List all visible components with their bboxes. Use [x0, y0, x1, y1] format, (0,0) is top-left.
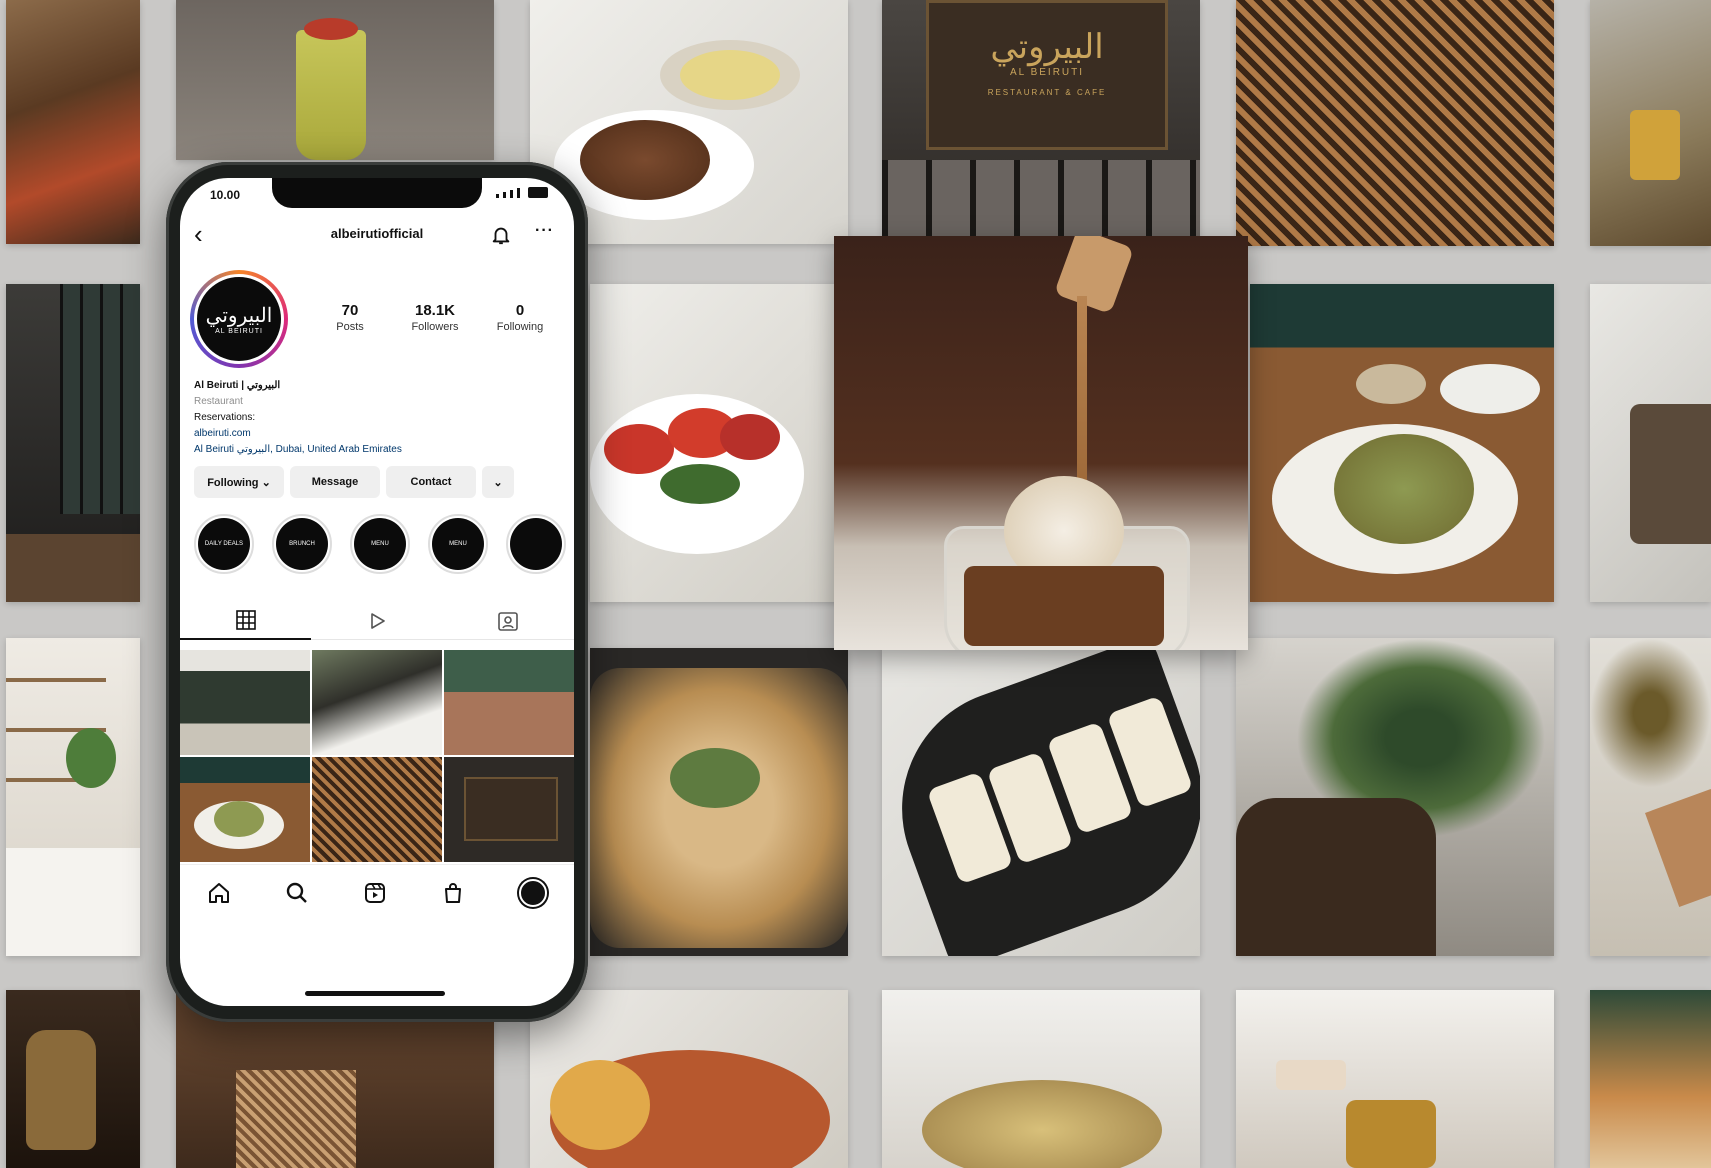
profile-avatar[interactable]: البيروتي AL BEIRUTI — [190, 270, 288, 368]
stat-following[interactable]: 0 Following — [480, 302, 560, 333]
photo-chef-flatbread — [882, 990, 1200, 1168]
reels-icon[interactable] — [363, 881, 387, 905]
post-thumbnail-rattan[interactable] — [312, 757, 442, 862]
profile-stats: 70 Posts 18.1K Followers 0 Following — [310, 302, 560, 333]
phone-notch — [272, 178, 482, 208]
bottom-navigation — [180, 864, 574, 921]
suggested-dropdown-button[interactable]: ⌄ — [482, 466, 514, 498]
battery-icon — [528, 187, 548, 198]
profile-username: albeirutiofficial — [330, 226, 424, 241]
profile-avatar-nav-icon[interactable] — [519, 879, 547, 907]
sign-english: AL BEIRUTI — [1009, 67, 1085, 78]
bio-website-link[interactable]: albeiruti.com — [194, 426, 554, 442]
instagram-profile-screen: 10.00 ‹ albeirutiofficial ··· البيروتي A… — [180, 178, 574, 1006]
photo-pistachio-rolls — [882, 648, 1200, 956]
bio-reservations: Reservations: — [194, 412, 256, 423]
post-thumbnail-dining-room[interactable] — [444, 650, 574, 755]
status-time: 10.00 — [210, 188, 241, 202]
story-highlights: DAILY DEALS BRUNCH MENU MENU — [194, 514, 574, 584]
highlight-item[interactable]: BRUNCH — [272, 514, 332, 574]
stat-value: 0 — [515, 302, 525, 319]
message-button[interactable]: Message — [290, 466, 380, 498]
shop-bag-icon[interactable] — [441, 881, 465, 905]
highlight-label — [510, 518, 562, 570]
highlight-item[interactable] — [506, 514, 566, 574]
profile-header: ‹ albeirutiofficial ··· — [180, 218, 574, 254]
photo-tomato-salad — [590, 284, 848, 602]
search-icon[interactable] — [285, 881, 309, 905]
stat-label: Followers — [411, 321, 459, 333]
photo-brass-teapot — [6, 990, 140, 1168]
grid-icon — [235, 610, 256, 630]
profile-bio: Al Beiruti | البيروتي Restaurant Reserva… — [194, 378, 554, 458]
photo-fries-shawarma-plate — [530, 990, 848, 1168]
photo-silver-teapot — [1590, 0, 1711, 246]
posts-grid — [180, 650, 574, 862]
highlight-item[interactable]: DAILY DEALS — [194, 514, 254, 574]
photo-rattan-chair — [1236, 0, 1554, 246]
highlight-label: MENU — [354, 518, 406, 570]
home-indicator — [305, 991, 445, 996]
highlight-item[interactable]: MENU — [350, 514, 410, 574]
post-thumbnail-pastry-dish[interactable] — [180, 757, 310, 862]
avatar-english-text: AL BEIRUTI — [215, 327, 263, 335]
home-icon[interactable] — [207, 881, 231, 905]
photo-dark-interior-door — [6, 284, 140, 602]
signal-icon — [496, 187, 548, 198]
contact-button[interactable]: Contact — [386, 466, 476, 498]
sign-arabic: البيروتي — [990, 27, 1104, 67]
stat-posts[interactable]: 70 Posts — [310, 302, 390, 333]
bio-category: Restaurant — [194, 396, 243, 407]
photo-marble-mixed-grill — [1590, 284, 1711, 602]
sign-tagline: RESTAURANT & CAFE — [987, 88, 1107, 97]
stat-followers[interactable]: 18.1K Followers — [395, 302, 475, 333]
photo-kitchen-shelves — [6, 638, 140, 956]
post-thumbnail-sign[interactable] — [444, 757, 574, 862]
bio-name: Al Beiruti | البيروتي — [194, 380, 281, 391]
highlight-item[interactable]: MENU — [428, 514, 488, 574]
stat-value: 70 — [341, 302, 359, 319]
more-options-icon[interactable]: ··· — [535, 222, 554, 240]
reels-play-icon — [371, 612, 385, 629]
photo-coffee-server — [1236, 990, 1554, 1168]
photo-palm-menu-card — [1590, 638, 1711, 956]
photo-grilled-platter — [6, 0, 140, 244]
avatar-arabic-text: البيروتي — [205, 302, 273, 327]
post-thumbnail-storefront[interactable] — [180, 650, 310, 755]
photo-nut-rice-platter — [590, 648, 848, 956]
bio-location-link[interactable]: Al Beiruti البيروتي, Dubai, United Arab … — [194, 442, 554, 458]
photo-featured-caramel-dessert — [834, 236, 1248, 650]
highlight-label: BRUNCH — [276, 518, 328, 570]
photo-stuffed-pastry-dish — [1250, 284, 1554, 602]
tab-tagged[interactable] — [442, 602, 574, 640]
profile-action-buttons: Following ⌄ Message Contact ⌄ — [194, 466, 560, 498]
photo-wings-plate — [1590, 990, 1711, 1168]
post-thumbnail-chef[interactable] — [312, 650, 442, 755]
stat-value: 18.1K — [414, 302, 456, 319]
stat-label: Following — [496, 321, 544, 333]
photo-palm-lounge — [1236, 638, 1554, 956]
tagged-person-icon — [498, 611, 519, 631]
tab-reels[interactable] — [311, 602, 443, 640]
highlight-label: DAILY DEALS — [198, 518, 250, 570]
phone-mockup: 10.00 ‹ albeirutiofficial ··· البيروتي A… — [166, 162, 588, 1022]
photo-smoothie-drink — [176, 0, 494, 160]
photo-restaurant-sign: البيروتي AL BEIRUTI RESTAURANT & CAFE — [882, 0, 1200, 240]
profile-tabs — [180, 602, 574, 640]
bell-icon[interactable] — [490, 224, 512, 246]
tab-posts-grid[interactable] — [180, 602, 312, 640]
following-button[interactable]: Following ⌄ — [194, 466, 284, 498]
stat-label: Posts — [336, 321, 364, 333]
highlight-label: MENU — [432, 518, 484, 570]
